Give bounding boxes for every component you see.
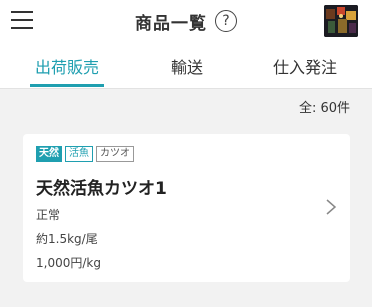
product-name: 天然活魚カツオ1 <box>36 179 167 199</box>
tab-bar: 出荷販売 輸送 仕入発注 <box>0 42 372 89</box>
menu-icon[interactable] <box>11 10 33 30</box>
product-price: 1,000円/kg <box>36 256 101 270</box>
tab-purchase-order[interactable]: 仕入発注 <box>258 42 352 89</box>
tag-species: カツオ <box>96 146 134 162</box>
chevron-right-icon <box>326 199 337 215</box>
tab-transport[interactable]: 輸送 <box>140 42 234 89</box>
tag-wild: 天然 <box>36 146 62 162</box>
total-count: 全: 60件 <box>298 101 350 116</box>
product-tags: 天然 活魚 カツオ <box>36 146 134 162</box>
active-tab-indicator <box>30 84 104 87</box>
page-title: 商品一覧 <box>135 13 207 34</box>
tab-shipping-sales[interactable]: 出荷販売 <box>20 42 114 89</box>
avatar[interactable] <box>324 5 358 37</box>
product-card[interactable]: 天然 活魚 カツオ 天然活魚カツオ1 正常 約1.5kg/尾 1,000円/kg <box>23 134 350 282</box>
product-status: 正常 <box>36 208 61 222</box>
product-weight: 約1.5kg/尾 <box>36 232 98 246</box>
tag-live-fish: 活魚 <box>65 146 93 162</box>
app-header: 商品一覧 ? <box>0 0 372 42</box>
help-icon[interactable]: ? <box>215 10 237 32</box>
